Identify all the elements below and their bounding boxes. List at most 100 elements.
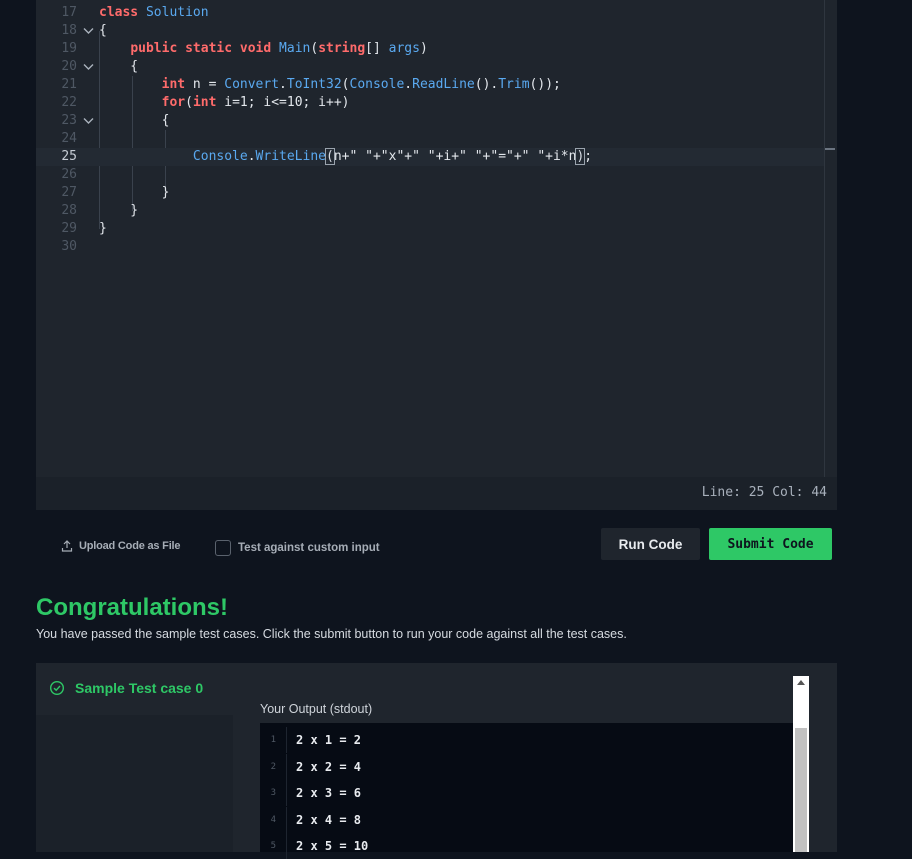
code-text: { [99, 22, 107, 40]
editor-scrollbar[interactable] [824, 0, 837, 477]
code-token: Console [349, 77, 405, 92]
code-token: n+" "+"x"+" "+i+" "+"="+" "+i*n [333, 149, 577, 164]
output-line: 1 2 x 1 = 2 [260, 727, 794, 753]
code-line[interactable]: 27 } [36, 184, 825, 202]
code-token: { [99, 59, 139, 74]
code-token: args [388, 41, 420, 56]
code-token: n = [185, 77, 225, 92]
code-editor[interactable]: 17 class Solution 18 {19 public static void… [36, 0, 837, 510]
code-token: Trim [498, 77, 530, 92]
upload-code-link[interactable]: Upload Code as File [61, 540, 181, 552]
chevron-down-icon[interactable] [83, 112, 95, 130]
line-number: 30 [61, 239, 77, 254]
code-line[interactable]: 21 int n = Convert.ToInt32(Console.ReadL… [36, 76, 825, 94]
line-number: 24 [61, 131, 77, 146]
tab-sample-test-case-0[interactable]: Sample Test case 0 [49, 680, 203, 696]
output-line: 3 2 x 3 = 6 [260, 780, 794, 806]
run-code-button[interactable]: Run Code [601, 528, 700, 560]
line-number: 23 [61, 113, 77, 128]
code-token: [] [365, 41, 389, 56]
output-scrollbar[interactable] [793, 676, 809, 852]
scrollbar-marker [825, 148, 835, 150]
line-number: 26 [61, 167, 77, 182]
submit-code-button[interactable]: Submit Code [709, 528, 832, 560]
code-line[interactable]: 24 [36, 130, 825, 148]
custom-input-label: Test against custom input [238, 542, 380, 554]
code-line[interactable]: 30 [36, 238, 825, 256]
code-line[interactable]: 22 for(int i=1; i<=10; i++) [36, 94, 825, 112]
code-token: ( [325, 148, 335, 165]
code-line[interactable]: 23 { [36, 112, 825, 130]
code-token: } [99, 221, 107, 236]
code-line[interactable]: 20 { [36, 58, 825, 76]
scroll-up-arrow-icon[interactable] [797, 680, 805, 685]
code-text: int n = Convert.ToInt32(Console.ReadLine… [99, 76, 561, 94]
code-token: public [130, 41, 178, 56]
code-area[interactable]: 17 class Solution 18 {19 public static void… [36, 0, 825, 477]
output-line-number: 3 [270, 788, 276, 798]
output-line-number: 1 [270, 735, 276, 745]
code-token: { [99, 23, 107, 38]
check-circle-icon [49, 680, 65, 696]
code-text: class Solution [99, 4, 209, 22]
code-line[interactable]: 18 { [36, 22, 825, 40]
code-token: ToInt32 [286, 77, 342, 92]
code-line[interactable]: 17 class Solution [36, 4, 825, 22]
code-text: } [99, 202, 138, 220]
code-line[interactable]: 28 } [36, 202, 825, 220]
code-token: Console [192, 149, 248, 164]
line-number: 28 [61, 203, 77, 218]
line-number: 21 [61, 77, 77, 92]
editor-status-bar: Line: 25 Col: 44 [36, 477, 837, 510]
code-line[interactable]: 19 public static void Main(string[] args… [36, 40, 825, 58]
code-token: ; [584, 149, 593, 164]
line-number: 22 [61, 95, 77, 110]
code-token: int [161, 77, 186, 92]
output-label: Your Output (stdout) [260, 702, 373, 716]
output-line-text: 2 x 3 = 6 [296, 786, 362, 800]
custom-input-toggle[interactable]: Test against custom input [215, 540, 380, 556]
line-number: 27 [61, 185, 77, 200]
stdout-output: 1 2 x 1 = 2 2 2 x 2 = 4 3 2 x 3 = 6 4 2 x 4 = 8… [260, 723, 794, 859]
output-line-number: 2 [270, 761, 276, 772]
code-token: static [185, 41, 233, 56]
code-token: ) [419, 41, 428, 56]
line-number: 18 [61, 23, 77, 38]
output-line-text: 2 x 2 = 4 [296, 759, 362, 774]
output-gutter-divider [286, 727, 287, 753]
chevron-down-icon[interactable] [83, 58, 95, 76]
test-case-label: Sample Test case 0 [75, 680, 204, 696]
code-token: i=1; i<=10; i++) [216, 95, 350, 110]
code-token: ()); [529, 77, 561, 92]
output-line: 2 2 x 2 = 4 [260, 753, 794, 780]
code-token: (). [474, 77, 499, 92]
result-heading: Congratulations! [36, 594, 228, 621]
code-line[interactable]: 29} [36, 220, 825, 238]
code-text: } [99, 220, 107, 238]
code-token: Solution [145, 5, 209, 20]
code-token: for [161, 95, 186, 110]
chevron-down-icon[interactable] [83, 22, 95, 40]
code-line[interactable]: 25 Console.WriteLine(n+" "+"x"+" "+i+" "… [36, 148, 825, 166]
code-token: { [99, 113, 170, 128]
output-gutter-divider [286, 753, 287, 780]
code-token: . [404, 77, 413, 92]
output-line-text: 2 x 1 = 2 [296, 733, 362, 747]
code-line[interactable]: 26 [36, 166, 825, 184]
code-token: } [99, 185, 170, 200]
code-token: } [99, 203, 139, 218]
code-text: { [99, 112, 170, 130]
scrollbar-thumb[interactable] [795, 728, 807, 852]
custom-input-checkbox[interactable] [215, 540, 231, 556]
code-text: } [99, 184, 170, 202]
code-text: Console.WriteLine(n+" "+"x"+" "+i+" "+"=… [99, 148, 592, 166]
upload-icon [61, 540, 73, 552]
code-text: public static void Main(string[] args) [99, 40, 428, 58]
code-text: { [99, 58, 138, 76]
